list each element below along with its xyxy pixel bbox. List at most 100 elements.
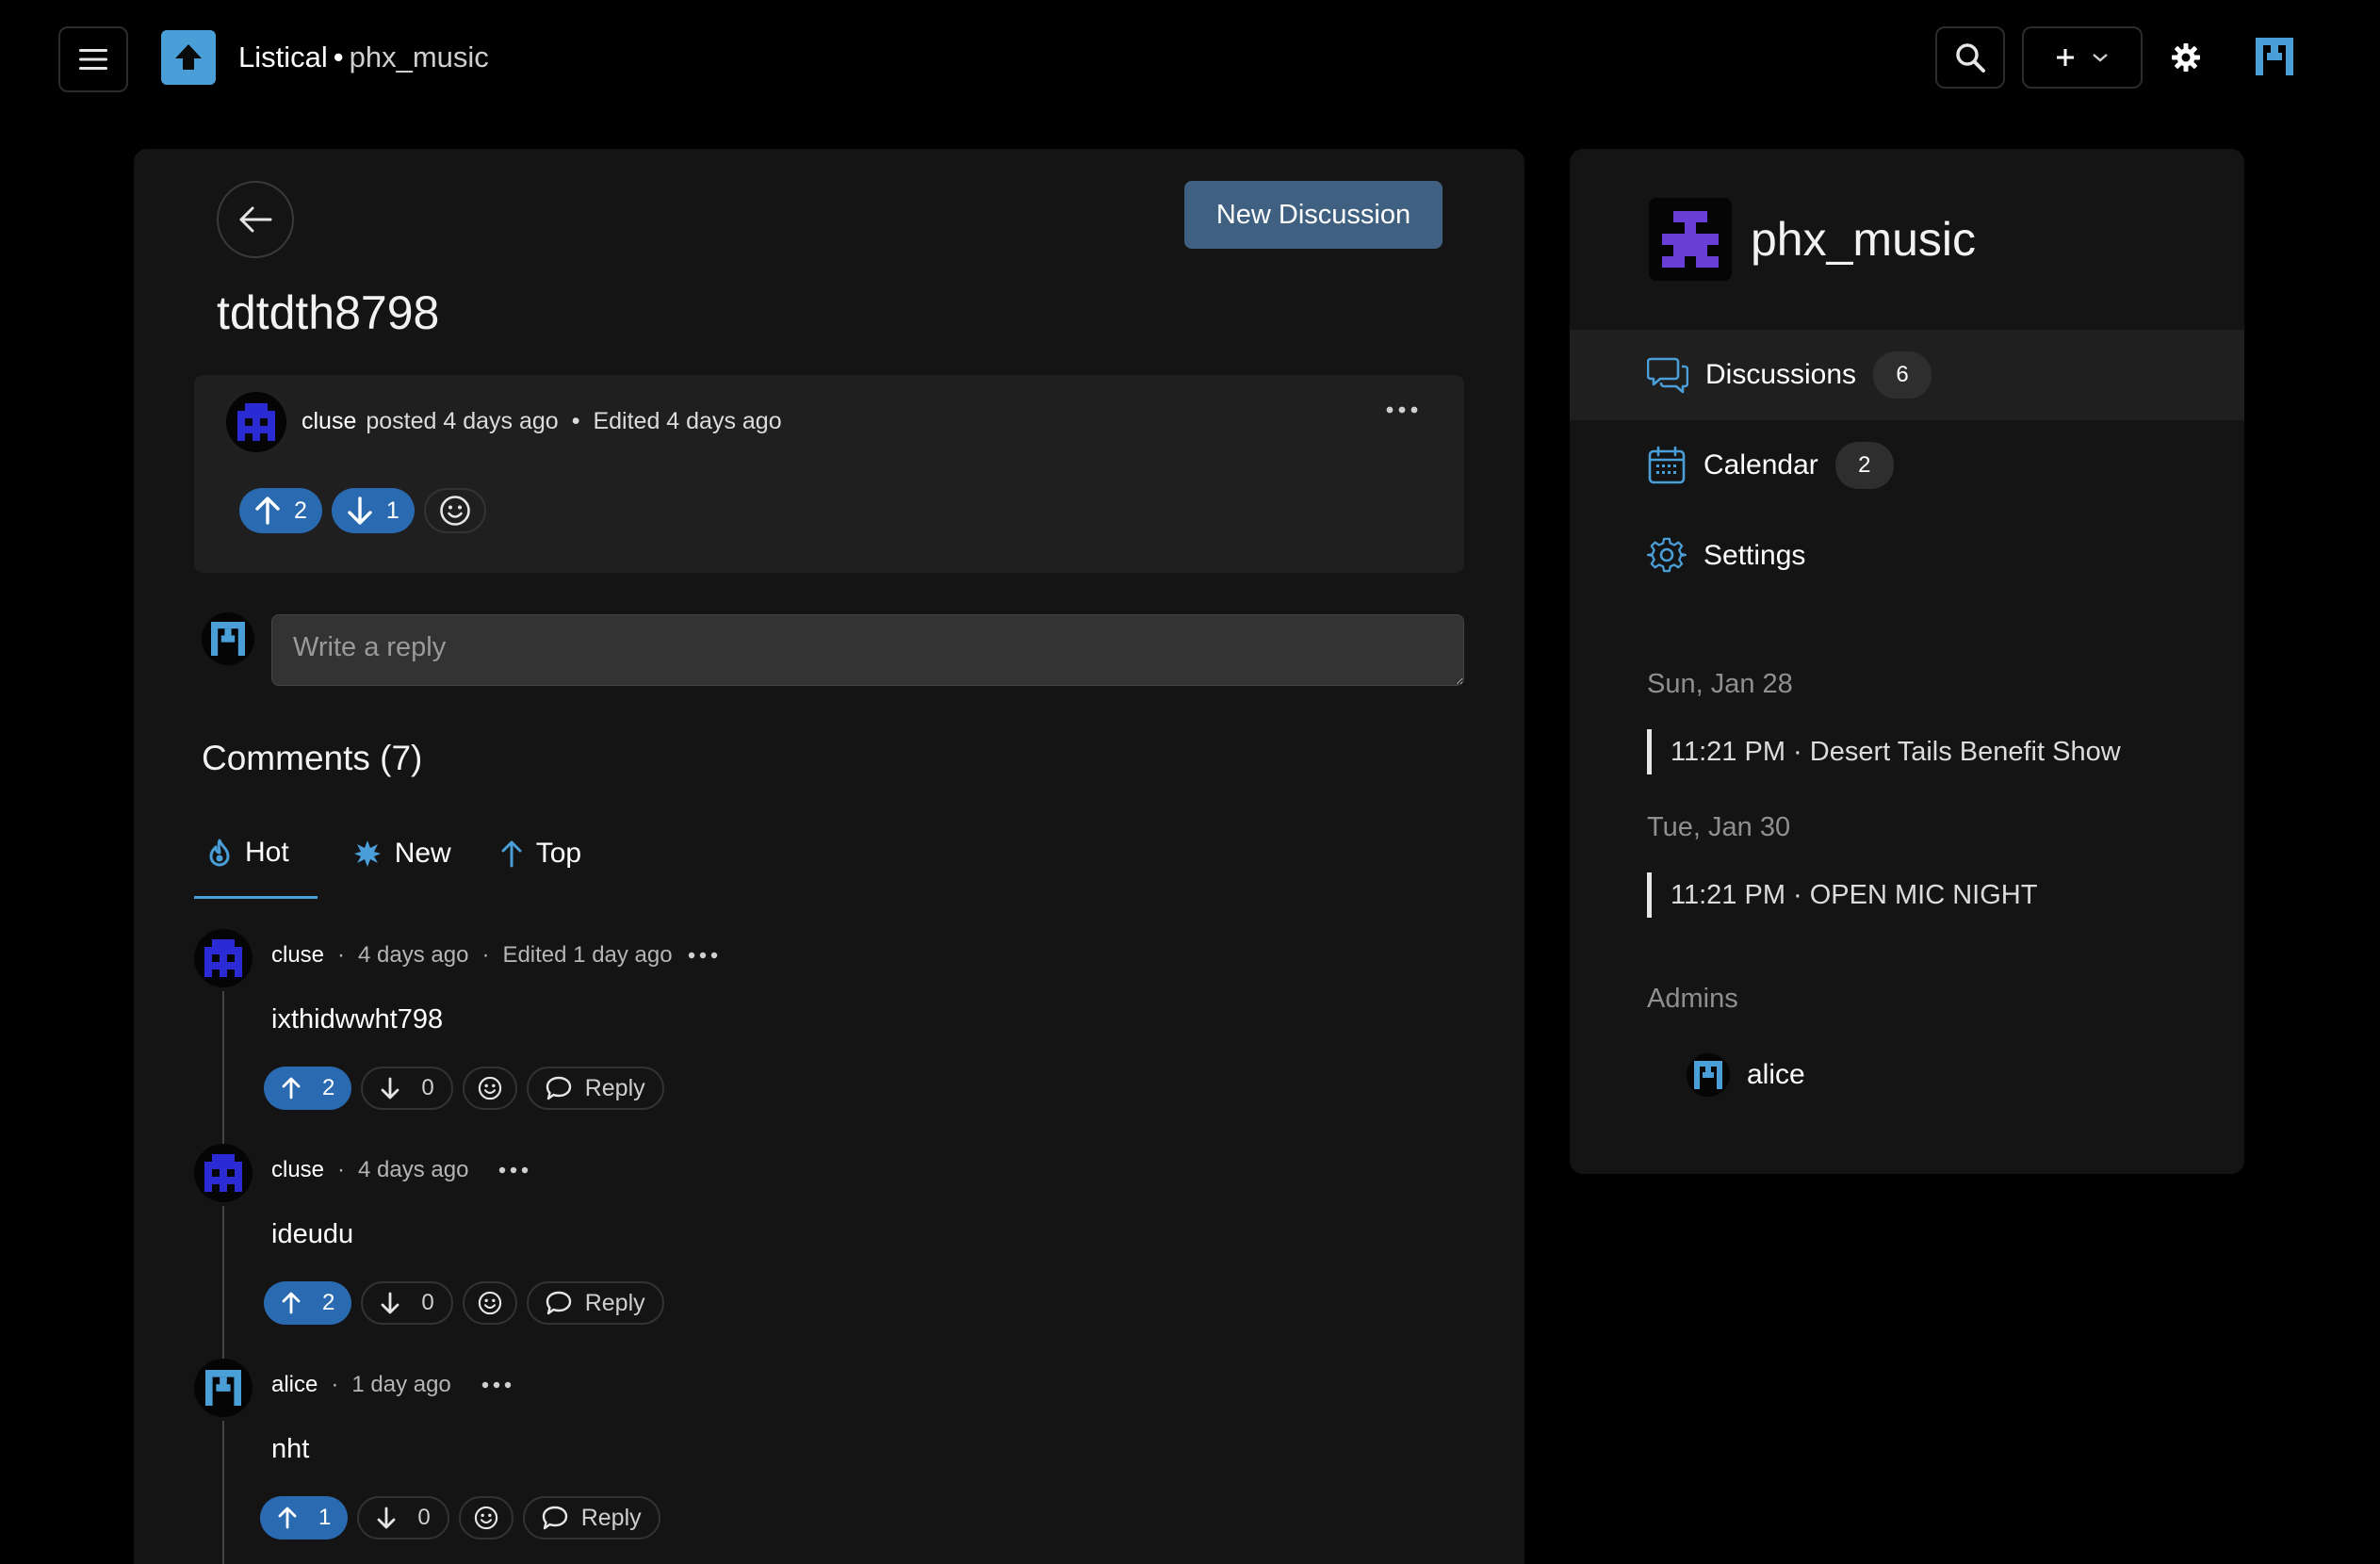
plus-icon: [2057, 49, 2074, 66]
comment-sort-tabs: Hot New Top: [194, 808, 617, 899]
identicon-icon: [1662, 211, 1719, 268]
add-reaction-button[interactable]: [462, 1067, 517, 1110]
menu-button[interactable]: [58, 26, 128, 92]
arrow-down-icon: [348, 497, 372, 525]
comment-actions: 2 0 Reply: [264, 1281, 664, 1325]
post-actions: 2 1: [239, 488, 486, 533]
identicon-icon: [211, 622, 245, 656]
comment-time: 4 days ago: [358, 942, 469, 968]
downvote-button[interactable]: 0: [361, 1281, 453, 1325]
search-button[interactable]: [1935, 26, 2005, 89]
calendar-count-badge: 2: [1834, 442, 1894, 489]
user-avatar[interactable]: [2252, 30, 2297, 83]
arrow-up-icon: [278, 1507, 297, 1529]
calendar-event[interactable]: 11:21 PM · Desert Tails Benefit Show: [1647, 729, 2121, 774]
nav-calendar[interactable]: Calendar 2: [1570, 420, 2244, 511]
meta-dot: •: [571, 408, 580, 434]
comment-author-avatar[interactable]: [194, 1144, 253, 1202]
comment-item: alice · 1 day ago nht 1 0 Reply: [194, 1359, 1464, 1564]
arrow-up-icon: [255, 497, 280, 525]
calendar-event[interactable]: 11:21 PM · OPEN MIC NIGHT: [1647, 872, 2037, 918]
identicon-icon: [204, 1154, 242, 1192]
comment-more-button[interactable]: [481, 1370, 512, 1400]
app-brand[interactable]: Listical • phx_music: [238, 38, 489, 77]
comment-body: ixthidwwht798: [271, 1004, 444, 1035]
post-time: posted 4 days ago: [366, 408, 559, 434]
post-more-button[interactable]: [1381, 396, 1423, 424]
new-discussion-button[interactable]: New Discussion: [1184, 181, 1443, 249]
comment-more-button[interactable]: [688, 940, 718, 970]
comment-author-avatar[interactable]: [194, 1359, 253, 1417]
tab-hot[interactable]: Hot: [194, 808, 318, 899]
upvote-button[interactable]: 2: [239, 488, 322, 533]
comment-author[interactable]: cluse: [271, 940, 324, 970]
smiley-icon: [478, 1291, 501, 1315]
comment-more-button[interactable]: [498, 1155, 529, 1185]
add-reaction-button[interactable]: [423, 488, 486, 533]
comment-meta: cluse · 4 days ago · Edited 1 day ago: [271, 940, 718, 970]
event-day-label: Tue, Jan 30: [1647, 812, 1791, 842]
comment-time: 4 days ago: [358, 1157, 469, 1182]
nav-settings[interactable]: Settings: [1570, 511, 2244, 601]
back-button[interactable]: [217, 181, 294, 258]
downvote-button[interactable]: 0: [357, 1496, 449, 1540]
app-logo[interactable]: [161, 30, 216, 85]
downvote-button[interactable]: 1: [331, 488, 415, 533]
reply-button[interactable]: Reply: [526, 1281, 664, 1325]
upvote-count: 2: [322, 1290, 335, 1315]
smiley-icon: [478, 1076, 501, 1100]
arrow-up-icon: [282, 1292, 301, 1314]
chevron-down-icon: [2093, 54, 2108, 62]
reply-input[interactable]: [271, 614, 1464, 686]
comment-author-avatar[interactable]: [194, 929, 253, 987]
downvote-button[interactable]: 0: [361, 1067, 453, 1110]
post-edited: Edited 4 days ago: [593, 408, 782, 434]
admin-name: alice: [1747, 1059, 1805, 1090]
comment-thread-line[interactable]: [222, 1206, 224, 1359]
downvote-count: 0: [421, 1075, 434, 1100]
comment-thread-line[interactable]: [222, 1421, 224, 1564]
comment-time: 1 day ago: [351, 1372, 451, 1397]
reply-button[interactable]: Reply: [522, 1496, 660, 1540]
reply-button[interactable]: Reply: [526, 1067, 664, 1110]
tab-top[interactable]: Top: [487, 808, 595, 899]
more-horizontal-icon: [481, 1381, 511, 1389]
arrow-down-icon: [377, 1507, 396, 1529]
author-avatar[interactable]: [226, 392, 286, 452]
tab-new[interactable]: New: [340, 808, 465, 899]
gear-icon: [2172, 43, 2200, 72]
create-menu-button[interactable]: [2022, 26, 2143, 89]
community-name: phx_music: [349, 41, 489, 73]
comment-meta: alice · 1 day ago: [271, 1370, 512, 1400]
arrow-up-icon: [501, 840, 522, 868]
arrow-left-icon: [239, 206, 272, 233]
identicon-icon: [204, 939, 242, 977]
comments-heading: Comments (7): [202, 739, 423, 777]
comment-author[interactable]: alice: [271, 1370, 318, 1400]
admin-item[interactable]: alice: [1687, 1053, 1805, 1097]
add-reaction-button[interactable]: [458, 1496, 513, 1540]
downvote-count: 1: [385, 497, 399, 524]
identicon-icon: [205, 1370, 241, 1406]
identicon-icon: [237, 403, 275, 441]
current-user-avatar: [202, 612, 254, 665]
hamburger-icon: [79, 49, 107, 70]
chat-bubbles-icon: [1647, 357, 1688, 394]
meta-dot: ·: [337, 1157, 346, 1182]
upvote-button[interactable]: 1: [260, 1496, 349, 1540]
community-avatar: [1649, 198, 1732, 281]
comment-author[interactable]: cluse: [271, 1155, 324, 1185]
add-reaction-button[interactable]: [462, 1281, 517, 1325]
nav-discussions[interactable]: Discussions 6: [1570, 330, 2244, 420]
post-author[interactable]: cluse: [302, 408, 356, 434]
comment-thread-line[interactable]: [222, 991, 224, 1144]
comment-body: nht: [271, 1434, 310, 1464]
comment-actions: 1 0 Reply: [260, 1496, 660, 1540]
nav-label: Discussions: [1705, 359, 1857, 390]
downvote-count: 0: [417, 1505, 431, 1530]
settings-button[interactable]: [2167, 32, 2205, 83]
upvote-button[interactable]: 2: [264, 1281, 352, 1325]
meta-dot: ·: [331, 1372, 339, 1397]
upvote-button[interactable]: 2: [264, 1067, 352, 1110]
identicon-icon: [2256, 38, 2293, 75]
